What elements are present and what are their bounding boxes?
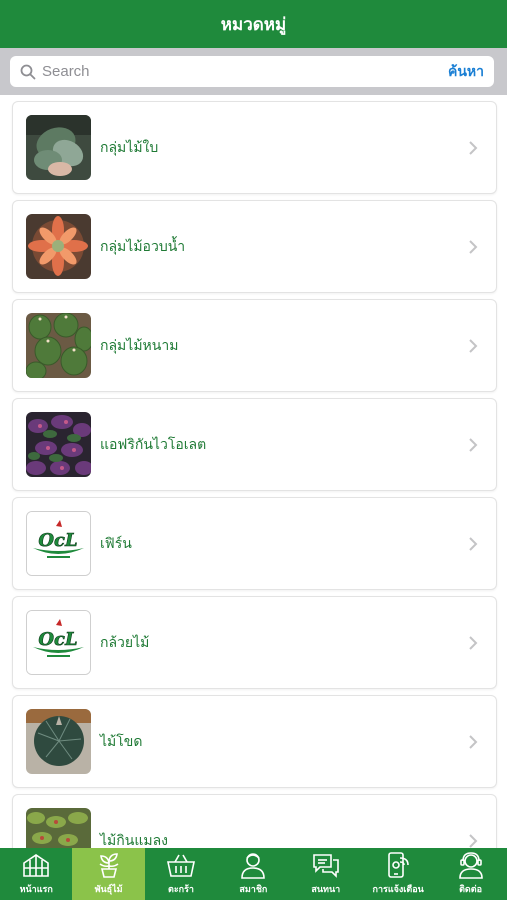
chat-icon: [311, 850, 341, 880]
svg-text:OcL: OcL: [38, 629, 77, 650]
bottom-tab-bar: หน้าแรก พันธุ์ไม้ ตะกร้า สมาชิก สนทนา กา…: [0, 848, 507, 900]
search-button[interactable]: ค้นหา: [442, 61, 494, 83]
ocl-logo: OcL: [26, 610, 91, 675]
tab-member[interactable]: สมาชิก: [217, 848, 289, 900]
search-box: ค้นหา: [10, 56, 494, 87]
svg-text:OcL: OcL: [38, 530, 77, 551]
top-bar: หมวดหมู่: [0, 0, 507, 48]
succulent-photo: [26, 214, 91, 279]
chevron-right-icon: [458, 239, 488, 255]
tab-contact[interactable]: ติดต่อ: [434, 848, 506, 900]
leaf-plant-photo: [26, 115, 91, 180]
category-label: กลุ่มไม้หนาม: [100, 337, 179, 354]
page-title: หมวดหมู่: [220, 14, 287, 35]
tab-label: สมาชิก: [239, 885, 268, 895]
category-label: แอฟริกันไวโอเลต: [100, 436, 207, 453]
category-label: ไม้โขด: [100, 733, 143, 750]
notification-phone-icon: [385, 850, 411, 880]
tab-label: ตะกร้า: [167, 885, 194, 895]
chevron-right-icon: [458, 734, 488, 750]
caudex-leaf-photo: [26, 709, 91, 774]
category-item[interactable]: กลุ่มไม้อวบน้ำ: [12, 200, 497, 293]
category-list: กลุ่มไม้ใบ กลุ่มไม้อวบน้ำ กลุ่มไม้หนาม แ…: [0, 95, 507, 848]
member-icon: [239, 850, 267, 880]
category-label: กล้วยไม้: [100, 634, 150, 651]
search-input[interactable]: [42, 57, 442, 86]
category-item[interactable]: กลุ่มไม้ใบ: [12, 101, 497, 194]
category-label: เฟิร์น: [100, 535, 132, 552]
chevron-right-icon: [458, 536, 488, 552]
tab-home[interactable]: หน้าแรก: [0, 848, 72, 900]
ocl-logo: OcL: [26, 511, 91, 576]
contact-icon: [457, 850, 485, 880]
chevron-right-icon: [458, 833, 488, 849]
tab-label: การแจ้งเตือน: [372, 885, 424, 895]
tab-cart[interactable]: ตะกร้า: [145, 848, 217, 900]
category-label: ไม้กินแมลง: [100, 832, 168, 849]
category-label: กลุ่มไม้อวบน้ำ: [100, 238, 186, 255]
carnivorous-plant-photo: [26, 808, 91, 848]
tab-notifications[interactable]: การแจ้งเตือน: [362, 848, 434, 900]
category-item[interactable]: OcL เฟิร์น: [12, 497, 497, 590]
tab-plants[interactable]: พันธุ์ไม้: [72, 848, 145, 900]
category-item[interactable]: OcL กล้วยไม้: [12, 596, 497, 689]
category-item[interactable]: แอฟริกันไวโอเลต: [12, 398, 497, 491]
category-item[interactable]: กลุ่มไม้หนาม: [12, 299, 497, 392]
tab-label: สนทนา: [311, 885, 341, 895]
basket-icon: [166, 850, 196, 880]
tab-label: พันธุ์ไม้: [94, 885, 123, 895]
chevron-right-icon: [458, 635, 488, 651]
search-icon: [14, 56, 42, 87]
tab-chat[interactable]: สนทนา: [290, 848, 362, 900]
category-item[interactable]: ไม้กินแมลง: [12, 794, 497, 848]
chevron-right-icon: [458, 140, 488, 156]
tab-label: หน้าแรก: [19, 885, 53, 895]
violet-photo: [26, 412, 91, 477]
cactus-photo: [26, 313, 91, 378]
chevron-right-icon: [458, 338, 488, 354]
category-label: กลุ่มไม้ใบ: [100, 139, 159, 156]
plant-icon: [96, 850, 122, 880]
category-item[interactable]: ไม้โขด: [12, 695, 497, 788]
chevron-right-icon: [458, 437, 488, 453]
tab-label: ติดต่อ: [459, 885, 483, 895]
search-bar: ค้นหา: [0, 48, 507, 95]
greenhouse-icon: [21, 850, 51, 880]
